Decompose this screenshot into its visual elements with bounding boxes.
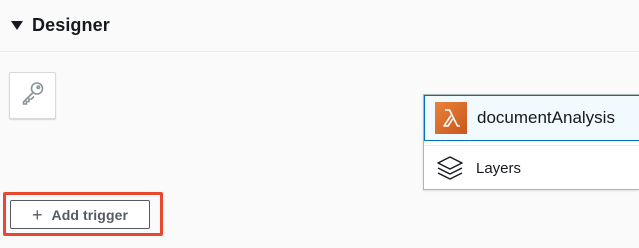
plus-icon: +	[31, 204, 43, 225]
lambda-icon	[435, 102, 467, 134]
function-node[interactable]: documentAnalysis	[424, 95, 639, 141]
panel-title: Designer	[32, 15, 110, 35]
designer-header[interactable]: Designer	[0, 0, 639, 52]
permissions-key-tile[interactable]	[9, 72, 56, 119]
add-trigger-button[interactable]: + Add trigger	[10, 200, 150, 229]
triangle-down-icon[interactable]	[11, 20, 23, 31]
layers-label: Layers	[476, 159, 522, 177]
key-icon	[20, 80, 46, 111]
designer-panel: Designer documentAnalysis Layers + Add t…	[0, 0, 639, 248]
function-name: documentAnalysis	[477, 108, 615, 127]
add-trigger-label: Add trigger	[51, 206, 129, 223]
layers-icon	[435, 153, 465, 183]
layers-node[interactable]: Layers	[424, 145, 639, 190]
function-node-card: documentAnalysis Layers	[423, 94, 639, 190]
